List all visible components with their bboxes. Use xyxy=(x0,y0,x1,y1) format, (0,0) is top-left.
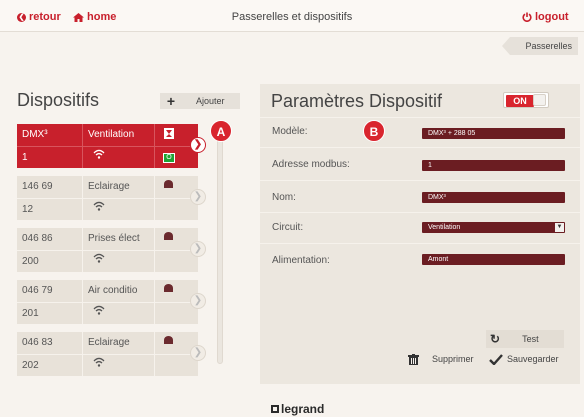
logout-link[interactable]: logout xyxy=(522,11,569,23)
modbus-address-field[interactable]: 1 xyxy=(422,160,565,171)
trash-icon xyxy=(408,353,419,365)
save-label: Sauvegarder xyxy=(507,354,559,364)
device-name: Prises élect xyxy=(88,233,140,244)
chevron-right-icon[interactable]: ❯ xyxy=(190,345,206,361)
lamp-icon xyxy=(164,232,173,240)
wifi-icon xyxy=(93,253,105,263)
lamp-icon xyxy=(164,336,173,344)
chevron-right-icon[interactable]: ❯ xyxy=(190,137,206,153)
brand-name: legrand xyxy=(281,402,325,416)
divider xyxy=(17,250,198,251)
device-address: 12 xyxy=(22,204,34,215)
chevron-right-icon[interactable]: ❯ xyxy=(190,189,206,205)
plus-icon: + xyxy=(166,93,176,109)
divider xyxy=(17,146,198,147)
device-address: 202 xyxy=(22,360,39,371)
divider xyxy=(260,147,580,148)
divider xyxy=(17,198,198,199)
device-ref: 046 79 xyxy=(22,285,53,296)
power-icon xyxy=(522,12,532,22)
checkmark-icon xyxy=(489,353,503,365)
breadcrumb-passerelles[interactable]: Passerelles xyxy=(502,37,578,55)
refresh-icon: ↻ xyxy=(490,332,501,346)
power-supply-field[interactable]: Amont xyxy=(422,254,565,265)
toggle-on-label: ON xyxy=(506,95,534,107)
on-off-toggle[interactable]: ON xyxy=(503,92,549,108)
device-ref: 046 83 xyxy=(22,337,53,348)
ventilation-device-icon xyxy=(164,128,174,139)
dropdown-arrow-icon[interactable]: ▼ xyxy=(555,223,564,232)
add-label: Ajouter xyxy=(196,96,225,106)
device-address: 1 xyxy=(22,152,28,163)
wifi-icon xyxy=(93,305,105,315)
device-ref: 046 86 xyxy=(22,233,53,244)
device-name: Eclairage xyxy=(88,337,130,348)
wifi-icon xyxy=(93,201,105,211)
toggle-knob xyxy=(533,94,546,106)
circuit-label: Circuit: xyxy=(272,222,304,233)
lamp-icon xyxy=(164,284,173,292)
name-label: Nom: xyxy=(272,192,296,203)
model-label: Modèle: xyxy=(272,126,308,137)
device-list-scrollbar[interactable] xyxy=(217,124,223,364)
circuit-value: Ventilation xyxy=(428,224,461,231)
settings-title: Paramètres Dispositif xyxy=(271,91,443,111)
logout-label: logout xyxy=(535,11,569,23)
device-name: Eclairage xyxy=(88,181,130,192)
save-button[interactable]: Sauvegarder xyxy=(486,350,568,368)
chevron-right-icon[interactable]: ❯ xyxy=(190,293,206,309)
device-name: Ventilation xyxy=(88,129,135,140)
divider xyxy=(17,354,198,355)
name-field[interactable]: DMX³ xyxy=(422,192,565,203)
delete-label: Supprimer xyxy=(432,354,474,364)
device-ref: 146 69 xyxy=(22,181,53,192)
add-device-button[interactable]: + Ajouter xyxy=(160,93,240,109)
callout-badge-a: A xyxy=(210,120,232,142)
device-name: Air conditio xyxy=(88,285,138,296)
device-ref: DMX³ xyxy=(22,129,48,140)
device-list: DMX³ Ventilation 1 O ❯ 146 69 Eclairage … xyxy=(17,124,206,384)
device-address: 201 xyxy=(22,308,39,319)
wifi-icon xyxy=(93,357,105,367)
power-supply-label: Alimentation: xyxy=(272,255,330,266)
delete-button[interactable]: Supprimer xyxy=(406,350,484,368)
model-field[interactable]: DMX³ + 288 05 xyxy=(422,128,565,139)
legrand-logo: legrand xyxy=(271,402,324,416)
divider xyxy=(17,302,198,303)
divider xyxy=(260,180,580,181)
chevron-right-icon[interactable]: ❯ xyxy=(190,241,206,257)
modbus-address-label: Adresse modbus: xyxy=(272,159,350,170)
device-item[interactable]: 046 83 Eclairage 202 ❯ xyxy=(17,332,206,376)
test-button[interactable]: ↻ Test xyxy=(486,330,564,348)
divider xyxy=(260,117,580,118)
device-item-dmx3[interactable]: DMX³ Ventilation 1 O ❯ xyxy=(17,124,206,168)
device-item[interactable]: 046 86 Prises élect 200 ❯ xyxy=(17,228,206,272)
device-item[interactable]: 146 69 Eclairage 12 ❯ xyxy=(17,176,206,220)
lamp-icon xyxy=(164,180,173,188)
status-indicator: O xyxy=(163,153,175,163)
devices-title: Dispositifs xyxy=(17,90,100,110)
callout-badge-b: B xyxy=(363,120,385,142)
device-item[interactable]: 046 79 Air conditio 201 ❯ xyxy=(17,280,206,324)
test-label: Test xyxy=(522,334,539,344)
wifi-icon xyxy=(93,149,105,159)
device-address: 200 xyxy=(22,256,39,267)
divider xyxy=(260,243,580,244)
legrand-logo-icon xyxy=(271,405,279,413)
circuit-select[interactable]: Ventilation ▼ xyxy=(422,222,565,233)
page-title: Passerelles et dispositifs xyxy=(231,11,353,23)
top-bar: ❮ retour home Passerelles et dispositifs… xyxy=(0,0,584,32)
divider xyxy=(260,212,580,213)
